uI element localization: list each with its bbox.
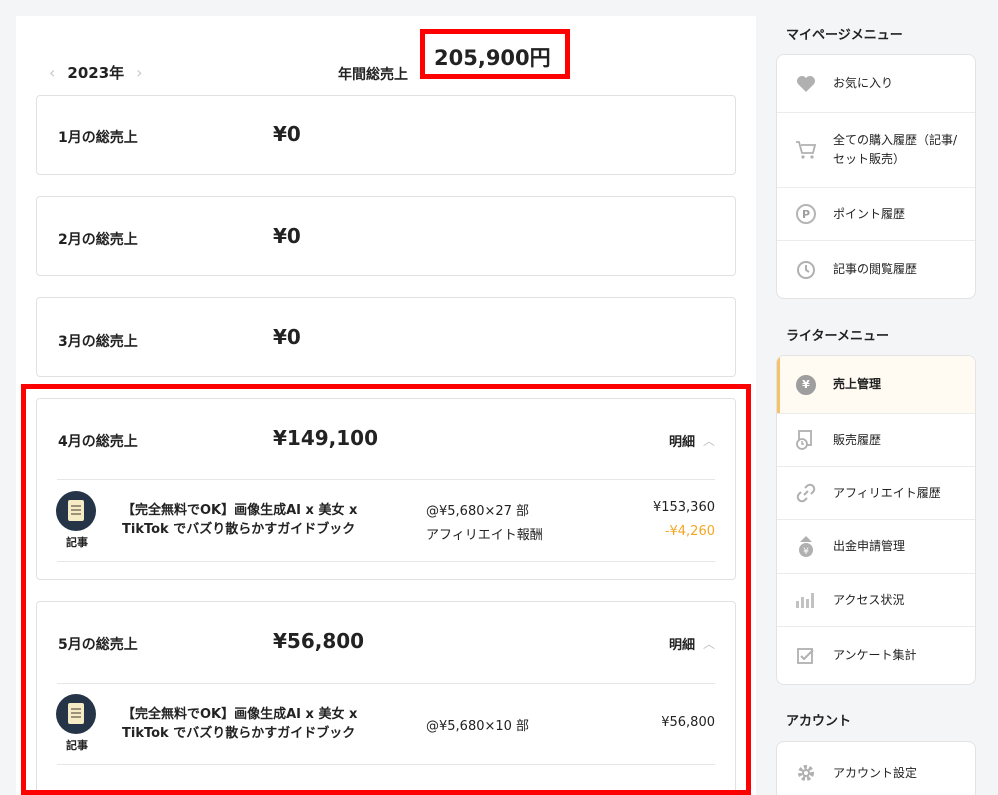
sidebar-item-label: ポイント履歴 — [833, 206, 906, 221]
yen-icon: ¥ — [795, 374, 817, 396]
month-label: 3月の総売上 — [58, 334, 138, 350]
withdraw-icon: ¥ — [795, 535, 817, 558]
month-card-feb: 2月の総売上 ¥0 — [36, 196, 736, 276]
sidebar-item-points[interactable]: P ポイント履歴 — [777, 188, 975, 241]
sales-history-icon — [795, 429, 817, 451]
clock-icon — [795, 259, 817, 281]
annual-sales-value: 205,900円 — [434, 46, 551, 70]
month-amount: ¥0 — [273, 122, 301, 146]
mypage-menu: お気に入り 全ての購入履歴（記事/セット販売） P ポイント履歴 記事の閲覧履歴 — [776, 54, 976, 299]
sidebar-item-favorites[interactable]: お気に入り — [777, 55, 975, 113]
checkbox-icon — [795, 645, 817, 667]
sidebar-item-label: アンケート集計 — [833, 648, 917, 662]
cart-icon — [795, 139, 817, 161]
sidebar-item-purchase-history[interactable]: 全ての購入履歴（記事/セット販売） — [777, 113, 975, 188]
month-amount: ¥0 — [273, 325, 301, 349]
sidebar-item-survey[interactable]: アンケート集計 — [777, 627, 975, 684]
sidebar-item-label: 記事の閲覧履歴 — [833, 262, 918, 276]
bar-chart-icon — [795, 589, 817, 611]
sidebar-item-label: アフィリエイト履歴 — [833, 485, 941, 500]
month-label: 1月の総売上 — [58, 130, 138, 146]
sidebar-item-view-history[interactable]: 記事の閲覧履歴 — [777, 241, 975, 298]
gear-icon — [795, 762, 817, 784]
sidebar-item-label: 全ての購入履歴（記事/セット販売） — [833, 133, 958, 166]
link-icon — [795, 482, 817, 504]
sidebar-item-label: 販売履歴 — [833, 432, 882, 447]
point-icon: P — [795, 203, 817, 225]
monthly-highlight-box — [21, 384, 751, 795]
sidebar-item-label: アクセス状況 — [833, 592, 905, 607]
mypage-menu-heading: マイページメニュー — [786, 28, 903, 43]
prev-year-icon[interactable]: ‹ — [49, 63, 55, 82]
sidebar-item-account-settings[interactable]: アカウント設定 — [777, 742, 975, 795]
sidebar-item-sales-history[interactable]: 販売履歴 — [777, 414, 975, 467]
sidebar-item-access-status[interactable]: アクセス状況 — [777, 574, 975, 627]
sidebar-item-label: アカウント設定 — [833, 765, 918, 780]
sidebar-item-affiliate-history[interactable]: アフィリエイト履歴 — [777, 467, 975, 520]
year-label: 2023年 — [67, 64, 125, 82]
writer-menu: ¥ 売上管理 販売履歴 アフィリエイト履歴 ¥ 出金申請管理 アクセス状況 アン… — [776, 355, 976, 685]
month-card-jan: 1月の総売上 ¥0 — [36, 95, 736, 175]
account-heading: アカウント — [786, 714, 852, 729]
next-year-icon[interactable]: › — [136, 63, 142, 82]
month-card-mar: 3月の総売上 ¥0 — [36, 297, 736, 377]
heart-icon — [795, 73, 817, 95]
sidebar-item-withdrawal[interactable]: ¥ 出金申請管理 — [777, 520, 975, 574]
annual-sales-label: 年間総売上 — [338, 67, 408, 83]
month-label: 2月の総売上 — [58, 232, 138, 248]
year-navigator: ‹ 2023年 › — [49, 62, 143, 83]
sidebar-item-label: お気に入り — [833, 76, 894, 90]
writer-menu-heading: ライターメニュー — [786, 329, 889, 344]
account-menu: アカウント設定 — [776, 741, 976, 795]
sidebar-item-label: 出金申請管理 — [833, 539, 906, 553]
svg-text:¥: ¥ — [803, 547, 809, 557]
sidebar-item-sales-management[interactable]: ¥ 売上管理 — [777, 356, 975, 414]
month-amount: ¥0 — [273, 224, 301, 248]
sidebar-item-label: 売上管理 — [833, 377, 882, 391]
